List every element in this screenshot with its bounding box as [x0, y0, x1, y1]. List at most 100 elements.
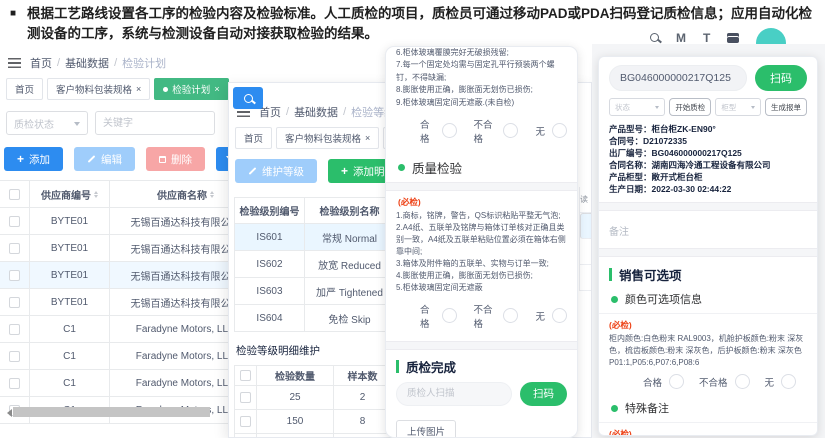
mobile-qc-panel: 6.柜体玻璃覆膜完好无破损残留;7.每一个固定处均需与固定孔平行预装两个螺钉，不… — [385, 46, 578, 438]
select-all-checkbox[interactable] — [9, 189, 20, 200]
sort-icon[interactable] — [94, 191, 98, 198]
row-checkbox[interactable] — [9, 351, 20, 362]
required-tag: (必检) — [609, 428, 807, 436]
section-qc-done: 质检完成 — [396, 357, 567, 376]
radio-label: 无 — [765, 375, 775, 389]
generate-report-button[interactable]: 生成报单 — [765, 98, 807, 116]
green-dot-icon — [611, 405, 618, 412]
divider — [599, 202, 817, 211]
table-row[interactable]: IS603 加严 Tightened — [235, 278, 394, 305]
table-row[interactable]: C1 Faradyne Motors, LLC — [0, 316, 232, 343]
level-table-header: 检验级别编号 检验级别名称 — [235, 198, 394, 224]
radio-circle[interactable] — [552, 308, 567, 323]
row-checkbox[interactable] — [240, 416, 251, 427]
table-row[interactable]: C1 Faradyne Motors, LLC — [0, 370, 232, 397]
radio-circle[interactable] — [442, 308, 457, 323]
search-button[interactable] — [233, 87, 263, 109]
table-row[interactable]: IS602 放宽 Reduced — [235, 251, 394, 278]
radio-label: 不合格 — [699, 375, 728, 389]
table-row[interactable]: IS604 免检 Skip — [235, 305, 394, 332]
breadcrumb-home[interactable]: 首页 — [30, 55, 52, 71]
keyword-input[interactable] — [95, 111, 215, 135]
table-row[interactable]: C1 Faradyne Motors, LLC — [0, 343, 232, 370]
checklist-line: 1.商标，铭牌，警告，QS标识粘贴平整无气泡; — [396, 210, 567, 222]
tab-inspection-plan[interactable]: 检验计划× — [154, 78, 228, 100]
delete-button[interactable]: 删除 — [146, 147, 205, 171]
status-select[interactable]: 状态 — [609, 98, 665, 116]
table-row[interactable]: BYTE01 无锡百通达科技有限公司 — [0, 289, 232, 316]
radio-label: 合格 — [643, 375, 662, 389]
header-m-icon[interactable]: M — [676, 31, 686, 45]
serial-input[interactable] — [609, 65, 747, 91]
row-checkbox[interactable] — [240, 392, 251, 403]
row-checkbox[interactable] — [9, 324, 20, 335]
mobile-sales-panel: 扫码 状态 开始质检 柜型 生成报单 产品型号：柜台柜ZK-EN90°合同号：D… — [598, 56, 818, 436]
chevron-down-icon — [751, 106, 755, 111]
radio-circle[interactable] — [442, 123, 457, 138]
radio-group: 合格 不合格 无 — [609, 368, 807, 395]
scroll-left-arrow[interactable] — [3, 409, 12, 417]
breadcrumb-basedata[interactable]: 基础数据 — [294, 104, 338, 120]
table-row[interactable]: 25 2 — [235, 386, 392, 410]
checklist-line: 5.柜体玻璃固定间无遮蔽 — [396, 282, 567, 294]
radio-circle[interactable] — [669, 374, 684, 389]
section-quality: 质量检验 — [398, 158, 567, 177]
table-row[interactable]: 150 8 — [235, 410, 392, 434]
status-select[interactable]: 质检状态 — [6, 111, 88, 135]
header-t-icon[interactable]: T — [703, 31, 710, 45]
start-inspection-button[interactable]: 开始质检 — [669, 98, 711, 116]
edit-button[interactable]: 编辑 — [74, 147, 135, 171]
note-input[interactable]: 备注 — [609, 218, 807, 241]
section-sales-options: 销售可选项 — [609, 265, 807, 284]
select-all-checkbox[interactable] — [240, 370, 251, 381]
radio-group: 合格不合格无 — [396, 109, 567, 153]
header-grid-icon[interactable] — [727, 33, 739, 43]
scan-button[interactable]: 扫码 — [520, 382, 567, 406]
table-row[interactable]: BYTE01 无锡百通达科技有限公司 — [0, 235, 232, 262]
info-line: 合同名称：湖南四海冷通工程设备有限公司 — [609, 159, 807, 171]
divider — [599, 313, 817, 314]
breadcrumb-basedata[interactable]: 基础数据 — [65, 55, 109, 71]
active-dot-icon — [163, 87, 168, 92]
close-icon[interactable]: × — [365, 134, 370, 143]
close-icon[interactable]: × — [214, 85, 219, 94]
row-checkbox[interactable] — [9, 243, 20, 254]
row-checkbox[interactable] — [9, 216, 20, 227]
radio-circle[interactable] — [735, 374, 750, 389]
row-checkbox[interactable] — [9, 378, 20, 389]
radio-circle[interactable] — [503, 123, 518, 138]
radio-label: 不合格 — [474, 117, 497, 145]
tab-home[interactable]: 首页 — [6, 78, 43, 100]
close-icon[interactable]: × — [136, 85, 141, 94]
maintain-level-button[interactable]: 维护等级 — [235, 159, 317, 183]
required-tag: (必检) — [398, 196, 565, 208]
checklist-top: 6.柜体玻璃覆膜完好无破损残留;7.每一个固定处均需与固定孔平行预装两个螺钉，不… — [396, 47, 567, 109]
inspector-scan-row: 扫码 — [396, 382, 567, 406]
row-checkbox[interactable] — [9, 297, 20, 308]
header-search-icon[interactable] — [650, 33, 659, 42]
cabinet-type-select[interactable]: 柜型 — [715, 98, 761, 116]
screenshot-canvas: ■根据工艺路线设置各工序的检验内容及检验标准。人工质检的项目，质检员可通过移动P… — [0, 0, 825, 438]
table-row[interactable]: BYTE01 无锡百通达科技有限公司 — [0, 262, 232, 289]
radio-circle[interactable] — [552, 123, 567, 138]
upload-image-button[interactable]: 上传图片 — [396, 420, 456, 438]
supplier-table: 供应商编号 供应商名称 BYTE01 无锡百通达科技有限公司 BYTE01 无锡… — [0, 180, 232, 424]
plus-icon: + — [341, 165, 348, 177]
table-row[interactable]: 1200 8 — [235, 434, 392, 438]
tab-packing-spec[interactable]: 客户物料包装规格× — [47, 78, 150, 100]
inspection-plan-window: 首页 / 基础数据 / 检验计划 首页 客户物料包装规格× 检验计划× 质检状态… — [0, 50, 232, 438]
horizontal-scrollbar[interactable] — [13, 407, 210, 417]
table-row[interactable]: BYTE01 无锡百通达科技有限公司 — [0, 208, 232, 235]
add-button[interactable]: +添加 — [4, 147, 63, 171]
table-row[interactable]: IS601 常规 Normal — [235, 224, 394, 251]
radio-circle[interactable] — [781, 374, 796, 389]
sort-icon[interactable] — [210, 191, 214, 198]
scan-button[interactable]: 扫码 — [755, 65, 807, 91]
hamburger-icon[interactable] — [8, 58, 21, 68]
radio-circle[interactable] — [503, 308, 518, 323]
inspector-scan-input[interactable] — [396, 382, 512, 406]
chevron-down-icon — [655, 106, 659, 111]
tab-home[interactable]: 首页 — [235, 127, 272, 149]
row-checkbox[interactable] — [9, 270, 20, 281]
tab-packing-spec[interactable]: 客户物料包装规格× — [276, 127, 379, 149]
